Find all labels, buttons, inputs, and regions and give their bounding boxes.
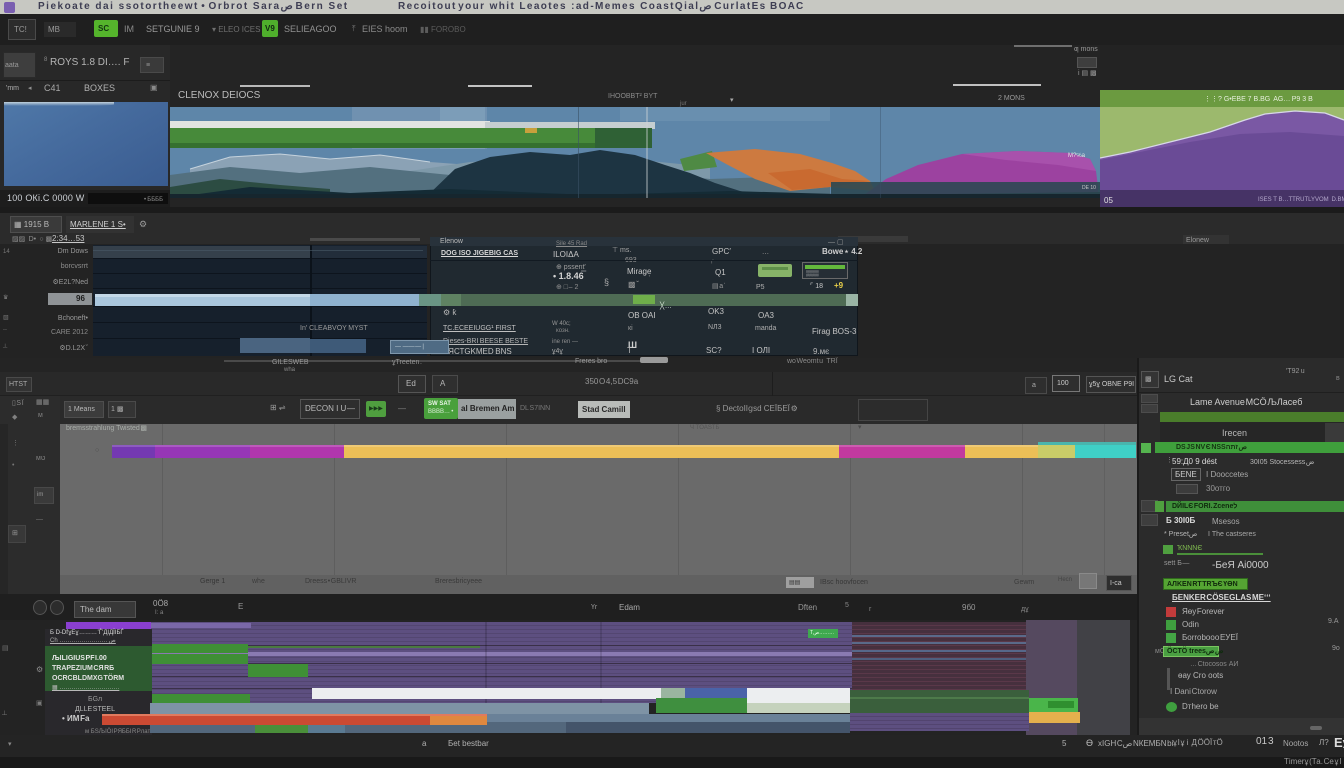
svg-text:DE 10: DE 10: [1082, 185, 1096, 191]
svg-text:M?℅a: M?℅a: [1068, 152, 1086, 159]
svg-text:05: 05: [1104, 196, 1113, 205]
svg-text:ISES T B…TTRUTLYVOM D.BMS: ISES T B…TTRUTLYVOM D.BMS: [1258, 197, 1344, 203]
svg-text:⋮⋮? G•EBE 7 B.BG AG… P9 3 B: ⋮⋮? G•EBE 7 B.BG AG… P9 3 B: [1204, 96, 1313, 103]
